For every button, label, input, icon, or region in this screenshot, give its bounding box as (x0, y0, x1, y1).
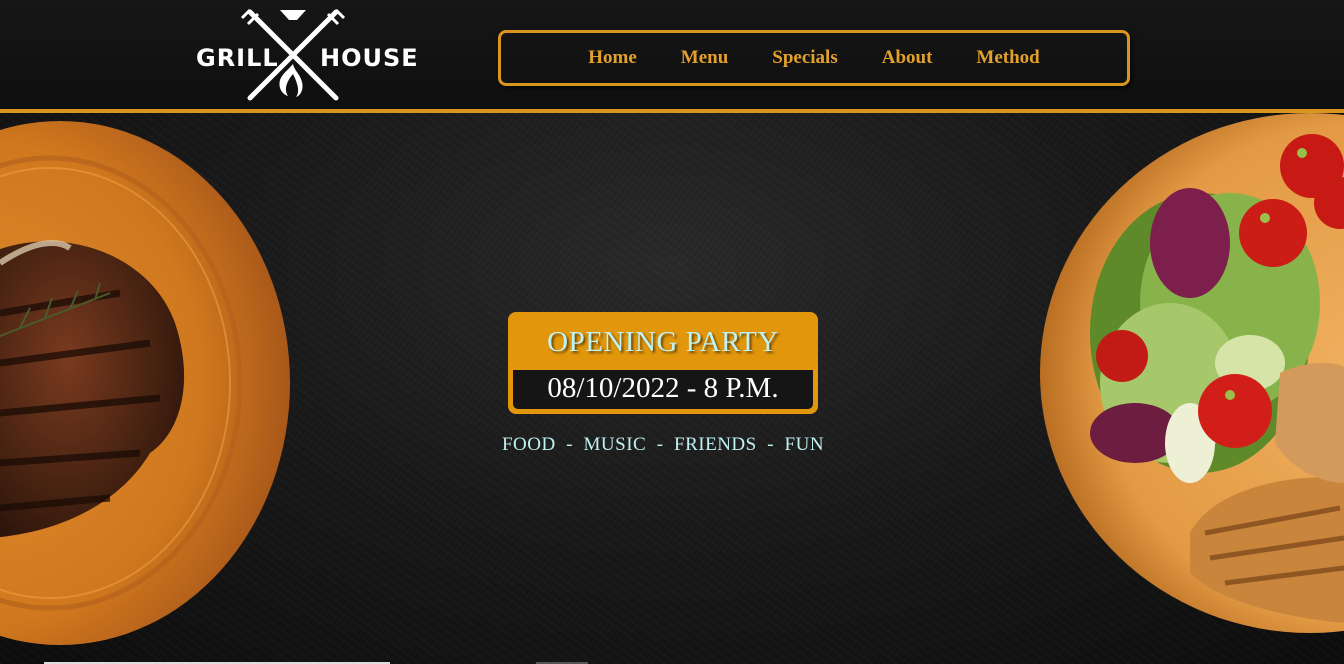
party-tagline: FOOD - MUSIC - FRIENDS - FUN (501, 434, 825, 455)
nav-specials[interactable]: Specials (750, 47, 859, 69)
party-date-box: 08/10/2022 - 8 P.M. (513, 370, 813, 409)
nav-method[interactable]: Method (954, 47, 1061, 69)
opening-party-card: OPENING PARTY 08/10/2022 - 8 P.M. (508, 312, 818, 414)
steak-plate-image (0, 121, 290, 645)
salad-plate-image (1040, 113, 1344, 633)
header-divider (0, 109, 1344, 113)
party-date: 08/10/2022 - 8 P.M. (547, 372, 779, 404)
nav-about[interactable]: About (860, 47, 955, 69)
logo[interactable]: GRILL HOUSE (194, 4, 418, 104)
nav-menu[interactable]: Menu (659, 47, 751, 69)
nav-home[interactable]: Home (566, 47, 659, 69)
main-nav: Home Menu Specials About Method (498, 30, 1130, 86)
logo-right-text: HOUSE (320, 44, 419, 72)
party-title: OPENING PARTY (547, 326, 779, 358)
